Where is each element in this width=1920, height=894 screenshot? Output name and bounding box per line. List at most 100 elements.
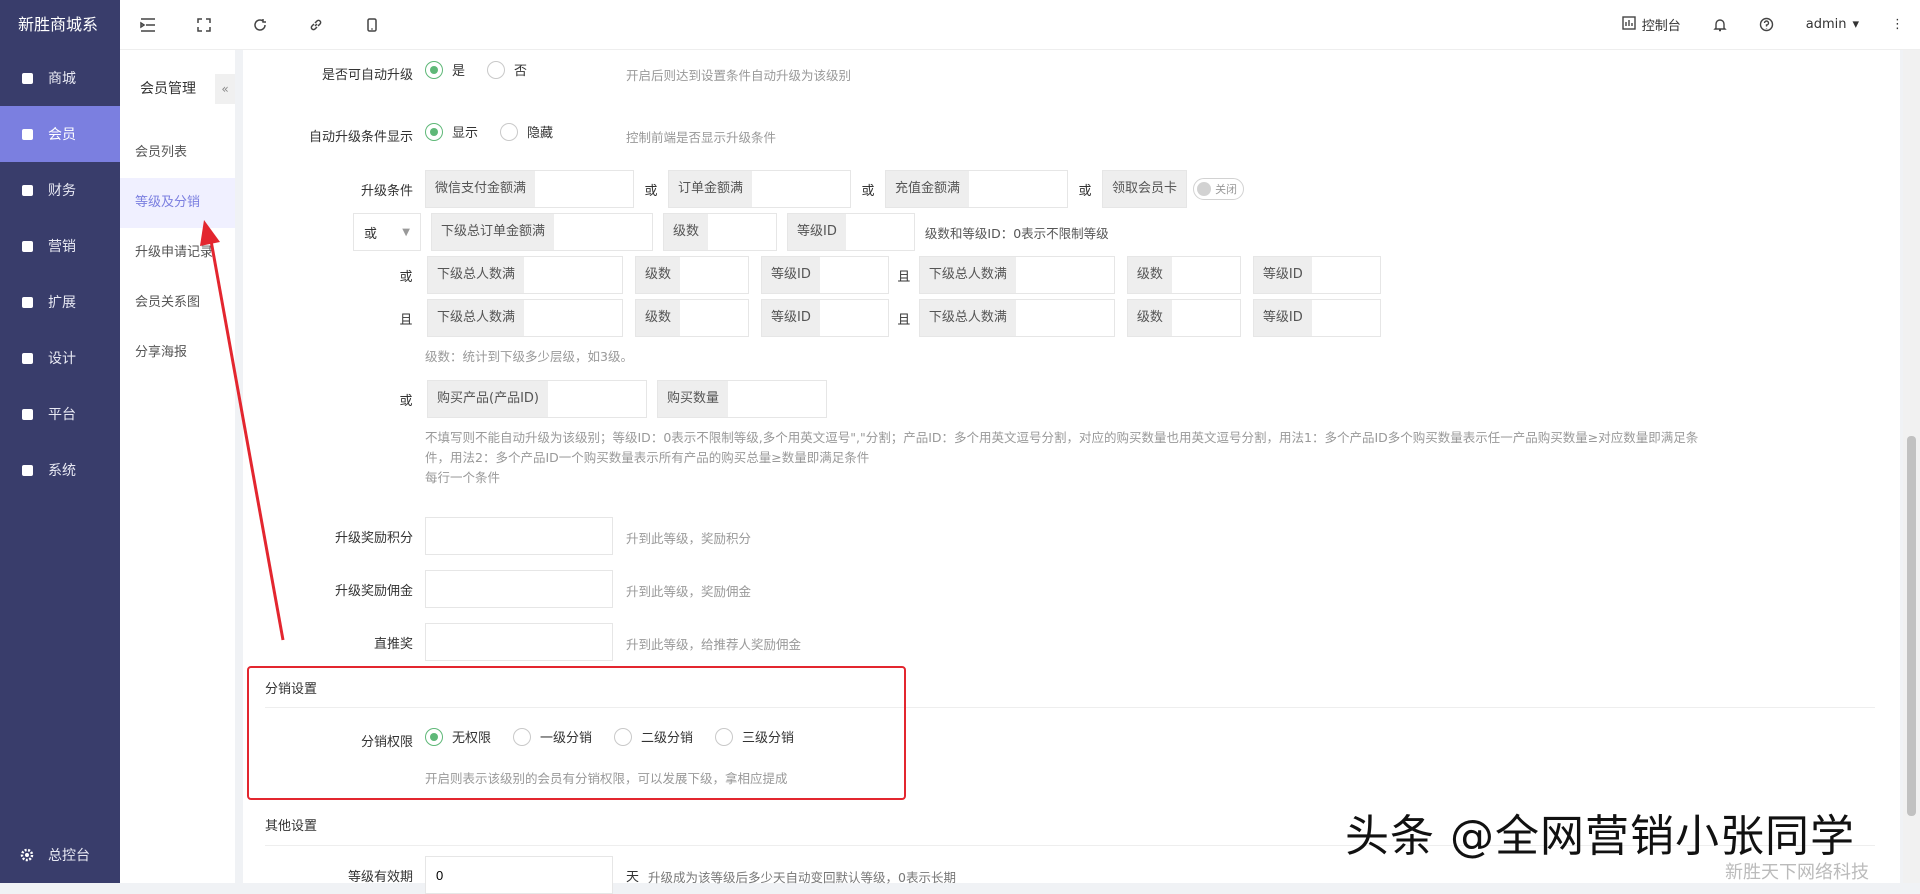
mobile-icon[interactable] xyxy=(344,0,400,50)
auto-upgrade-no-radio[interactable]: 否 xyxy=(487,60,527,79)
validity-input[interactable] xyxy=(425,856,613,894)
toggle-label: 关闭 xyxy=(1215,183,1238,196)
input-prefix: 等级ID xyxy=(762,300,820,336)
or-label: 或 xyxy=(861,183,875,199)
input-prefix: 订单金额满 xyxy=(669,171,753,207)
nav-item-label: 扩展 xyxy=(48,295,76,311)
help-icon[interactable] xyxy=(1743,17,1790,32)
sidebar: 新胜商城系 商城 会员 财务 营销 扩展 设计 平台 系统 总控台 xyxy=(0,0,120,883)
sub-total-order-input[interactable] xyxy=(554,214,653,250)
user-name: admin xyxy=(1805,17,1847,32)
recharge-amount-input[interactable] xyxy=(969,171,1068,207)
submenu-item-member-list[interactable]: 会员列表 xyxy=(120,128,235,178)
nav-item-label: 总控台 xyxy=(48,848,90,864)
bell-icon[interactable] xyxy=(1697,17,1743,32)
conditions-note: 不填写则不能自动升级为该级别；等级ID：0表示不限制等级,多个用英文逗号","分… xyxy=(425,428,1845,488)
level-id-input[interactable] xyxy=(819,257,888,293)
level-id-input[interactable] xyxy=(819,300,888,336)
nav-item-0[interactable]: 商城 xyxy=(0,50,120,106)
scrollbar-thumb[interactable] xyxy=(1907,436,1916,816)
note-line: 每行一个条件 xyxy=(425,470,501,485)
input-prefix: 充值金额满 xyxy=(886,171,970,207)
sub-people-input[interactable] xyxy=(524,257,623,293)
level-hint: 级数和等级ID：0表示不限制等级 xyxy=(924,225,1109,241)
submenu-item-level-distribution[interactable]: 等级及分销 xyxy=(120,178,235,228)
console-button[interactable]: 控制台 xyxy=(1606,15,1697,34)
nav-item-dashboard[interactable]: 总控台 xyxy=(0,827,120,883)
input-prefix: 下级总人数满 xyxy=(919,300,1016,336)
level-num-input[interactable] xyxy=(680,257,749,293)
reward-points-input[interactable] xyxy=(425,517,613,555)
input-prefix: 下级总人数满 xyxy=(428,300,525,336)
select-value: 或 xyxy=(364,226,378,242)
nav-item-3[interactable]: 营销 xyxy=(0,218,120,274)
sub-people-input[interactable] xyxy=(524,300,623,336)
upgrade-conditions-label: 升级条件 xyxy=(360,184,413,199)
link-icon[interactable] xyxy=(288,0,344,50)
reward-points-hint: 升到此等级，奖励积分 xyxy=(626,531,752,546)
nav-item-6[interactable]: 平台 xyxy=(0,386,120,442)
condition-show-radio[interactable]: 显示 xyxy=(425,122,478,141)
and-label: 且 xyxy=(399,312,413,328)
and-label: 且 xyxy=(897,312,911,328)
member-card-toggle[interactable]: 关闭 xyxy=(1193,178,1245,200)
level-id-input[interactable] xyxy=(1311,300,1380,336)
fullscreen-icon[interactable] xyxy=(176,0,232,50)
or-label: 或 xyxy=(399,269,413,285)
sub-people-input[interactable] xyxy=(1015,300,1114,336)
direct-reward-input[interactable] xyxy=(425,623,613,661)
direct-reward-hint: 升到此等级，给推荐人奖励佣金 xyxy=(626,637,802,652)
user-menu[interactable]: admin ▾ xyxy=(1790,17,1875,32)
level-num-input[interactable] xyxy=(708,214,777,250)
nav-item-5[interactable]: 设计 xyxy=(0,330,120,386)
submenu-item-relation-graph[interactable]: 会员关系图 xyxy=(120,278,235,328)
level-num-input[interactable] xyxy=(680,300,749,336)
radio-label: 隐藏 xyxy=(527,126,554,141)
console-label: 控制台 xyxy=(1641,19,1681,34)
menu-fold-icon[interactable] xyxy=(120,0,176,50)
watermark: 头条 @全网营销小张同学 xyxy=(1345,811,1855,862)
system-icon xyxy=(20,463,34,477)
submenu-item-share-poster[interactable]: 分享海报 xyxy=(120,328,235,378)
radio-label: 是 xyxy=(452,64,466,79)
highlight-box xyxy=(247,666,906,800)
reward-commission-input[interactable] xyxy=(425,570,613,608)
order-amount-input[interactable] xyxy=(752,171,851,207)
input-prefix: 级数 xyxy=(1127,257,1172,293)
auto-upgrade-hint: 开启后则达到设置条件自动升级为该级别 xyxy=(626,68,852,83)
level-id-input[interactable] xyxy=(845,214,914,250)
auto-upgrade-yes-radio[interactable]: 是 xyxy=(425,60,465,79)
level-num-input[interactable] xyxy=(1171,300,1240,336)
buy-product-input[interactable] xyxy=(548,381,646,417)
logic-select[interactable]: 或 ▼ xyxy=(353,213,421,251)
top-bar: 控制台 admin ▾ ⋮ xyxy=(120,0,1920,50)
level-id-input[interactable] xyxy=(1311,257,1380,293)
sub-people-input[interactable] xyxy=(1015,257,1114,293)
nav-item-1[interactable]: 会员 xyxy=(0,106,120,162)
reward-commission-hint: 升到此等级，奖励佣金 xyxy=(626,584,752,599)
note-line: 件，用法2：多个产品ID一个购买数量表示所有产品的购买总量≥数量即满足条件 xyxy=(425,450,870,465)
collapse-button[interactable]: « xyxy=(215,74,235,104)
nav-item-7[interactable]: 系统 xyxy=(0,442,120,498)
input-prefix: 等级ID xyxy=(1253,300,1312,336)
nav-item-2[interactable]: 财务 xyxy=(0,162,120,218)
more-icon[interactable]: ⋮ xyxy=(1875,17,1920,32)
direct-reward-label: 直推奖 xyxy=(373,637,413,652)
refresh-icon[interactable] xyxy=(232,0,288,50)
condition-display-hint: 控制前端是否显示升级条件 xyxy=(626,130,777,145)
nav-item-label: 设计 xyxy=(48,351,76,367)
submenu: 会员管理 « 会员列表 等级及分销 升级申请记录 会员关系图 分享海报 xyxy=(120,50,235,883)
nav-item-4[interactable]: 扩展 xyxy=(0,274,120,330)
input-prefix: 等级ID xyxy=(788,214,846,250)
level-num-input[interactable] xyxy=(1171,257,1240,293)
marketing-icon xyxy=(20,239,34,253)
buy-qty-input[interactable] xyxy=(728,381,827,417)
member-icon xyxy=(20,127,34,141)
condition-display-label: 自动升级条件显示 xyxy=(308,130,413,145)
wx-pay-amount-input[interactable] xyxy=(535,171,634,207)
scrollbar[interactable] xyxy=(1903,50,1920,883)
nav-item-label: 平台 xyxy=(48,407,76,423)
submenu-item-upgrade-records[interactable]: 升级申请记录 xyxy=(120,228,235,278)
input-prefix: 购买产品(产品ID) xyxy=(428,381,548,417)
condition-hide-radio[interactable]: 隐藏 xyxy=(500,122,553,141)
